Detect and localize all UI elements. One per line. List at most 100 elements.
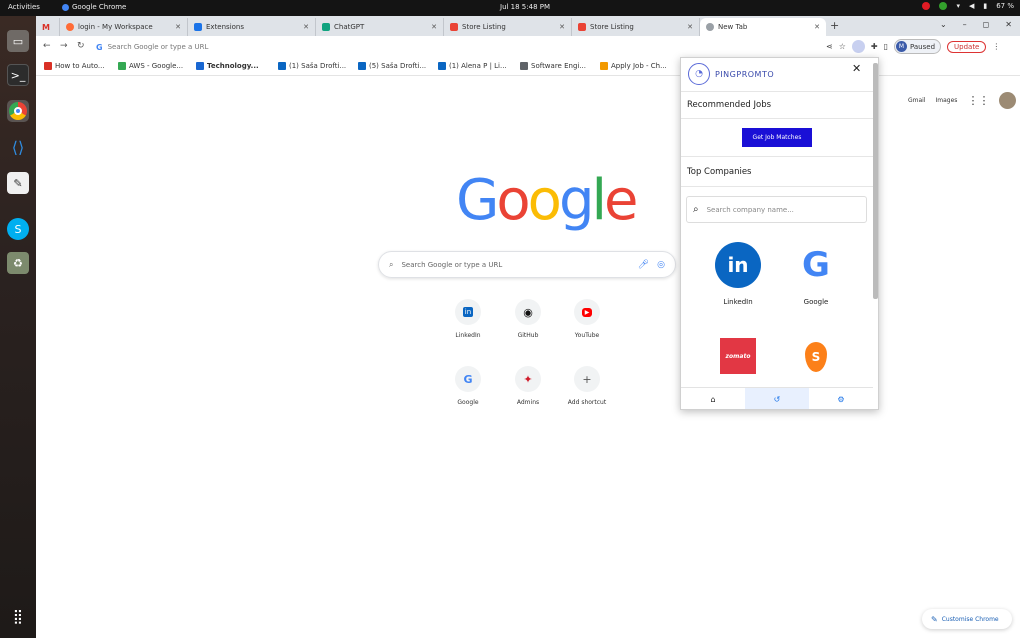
get-job-matches-button[interactable]: Get Job Matches [742,128,812,147]
logo-letter: e [604,168,638,233]
account-avatar[interactable] [999,92,1017,109]
tab-search-icon[interactable]: ⌄ [940,20,947,29]
bookmark-label: Apply Job - Ch... [611,62,667,70]
activities-button[interactable]: Activities [8,3,40,11]
chrome-dock-icon[interactable] [7,100,29,122]
home-icon[interactable]: ⌂ [681,388,745,409]
skype-icon[interactable]: S [7,218,29,240]
bookmark-label: (5) Saša Drofti... [369,62,427,70]
trash-icon[interactable]: ♻ [7,252,29,274]
forward-button[interactable]: → [60,41,68,51]
address-bar[interactable]: G Search Google or type a URL [96,38,826,56]
volume-icon: ◀ [968,2,975,10]
active-app-indicator[interactable]: Google Chrome [62,3,126,11]
popup-scrollbar[interactable] [873,63,878,299]
close-tab-icon[interactable]: ✕ [559,23,565,31]
shortcut-github[interactable]: ◉ GitHub [498,299,558,339]
customize-chrome-button[interactable]: ✎ Customise Chrome [922,609,1012,629]
apply-job-icon [600,62,608,70]
pingpromto-logo-icon: ◔ [688,63,710,85]
chrome-icon [62,3,69,11]
tab-store-listing-1[interactable]: Store Listing ✕ [444,18,572,36]
google-g-icon: G [455,366,481,392]
bookmark-item[interactable]: How to Auto... [44,62,105,70]
tab-label: Store Listing [462,23,506,31]
bookmark-item[interactable]: Software Engi... [520,62,586,70]
show-apps-icon[interactable]: ⣿ [7,606,29,628]
tab-new-tab[interactable]: New Tab ✕ [700,18,826,36]
logo-letter: o [527,168,562,233]
lens-icon[interactable]: ◎ [657,260,665,270]
battery-level: 67 % [996,2,1014,10]
shortcut-admins[interactable]: ✦ Admins [498,366,558,406]
vscode-icon[interactable]: ⟨⟩ [7,136,29,158]
company-card-google[interactable]: G Google [781,242,851,306]
shortcut-google[interactable]: G Google [438,366,498,406]
ntp-search-box[interactable]: ⌕ Search Google or type a URL 🎤︎ ◎ [378,251,676,278]
terminal-icon[interactable]: >_ [7,64,29,86]
reload-button[interactable]: ↻ [77,41,85,51]
apps-grid-icon[interactable]: ⋮⋮ [967,94,989,107]
close-icon[interactable]: ✕ [852,62,861,75]
logo-letter: g [558,168,595,233]
maximize-button[interactable]: ◻ [983,20,990,29]
company-search-input[interactable]: ⌕ Search company name... [686,196,867,223]
back-button[interactable]: ← [43,41,51,51]
google-logo: Google [456,168,639,233]
bookmark-label: (1) Alena P | Li... [449,62,507,70]
tab-store-listing-2[interactable]: Store Listing ✕ [572,18,700,36]
pingpromto-extension-icon[interactable] [851,40,865,53]
share-icon[interactable]: ⋖ [826,42,833,51]
company-card-swiggy[interactable]: S [781,342,851,382]
chrome-new-tab-icon [706,23,714,31]
gmail-link[interactable]: Gmail [908,97,926,104]
history-icon[interactable]: ↺ [745,388,809,409]
bookmark-item[interactable]: (1) Saša Drofti... [278,62,346,70]
logo-letter: G [456,168,499,233]
company-card-linkedin[interactable]: in LinkedIn [703,242,773,306]
update-button[interactable]: Update [947,40,987,53]
bookmark-item[interactable]: Apply Job - Ch... [600,62,667,70]
tab-login-workspace[interactable]: login - My Workspace ✕ [60,18,188,36]
system-tray[interactable]: ▾ ◀ ▮ 67 % [922,2,1014,10]
tab-chatgpt[interactable]: ChatGPT ✕ [316,18,444,36]
close-tab-icon[interactable]: ✕ [175,23,181,31]
side-panel-icon[interactable]: ▯ [884,42,888,51]
extensions-icon[interactable]: ✚ [871,42,878,51]
linkedin-icon [358,62,366,70]
close-tab-icon[interactable]: ✕ [303,23,309,31]
bookmark-item[interactable]: (5) Saša Drofti... [358,62,426,70]
company-name: Google [803,298,829,306]
settings-gear-icon[interactable]: ⚙ [809,388,873,409]
new-tab-button[interactable]: + [830,19,839,32]
bookmark-item[interactable]: (1) Alena P | Li... [438,62,507,70]
bookmark-item[interactable]: AWS - Google... [118,62,183,70]
linkedin-icon [278,62,286,70]
close-tab-icon[interactable]: ✕ [814,23,820,31]
profile-button[interactable]: M Paused [893,39,942,54]
tab-label: New Tab [718,23,748,31]
shortcut-linkedin[interactable]: in LinkedIn [438,299,498,339]
images-link[interactable]: Images [936,97,958,104]
company-card-zomato[interactable]: zomato [703,338,773,384]
tab-extensions[interactable]: Extensions ✕ [188,18,316,36]
more-menu-icon[interactable]: ⋮ [992,42,1000,51]
voice-search-icon[interactable]: 🎤︎ [638,260,649,270]
minimize-button[interactable]: – [963,20,967,29]
shortcut-youtube[interactable]: ▶ YouTube [557,299,617,339]
bookmark-item[interactable]: Technology... [196,62,259,70]
linkedin-icon: in [455,299,481,325]
tab-gmail[interactable]: M [36,18,60,36]
system-top-bar: Activities Google Chrome Jul 18 5:48 PM … [0,0,1020,16]
close-tab-icon[interactable]: ✕ [687,23,693,31]
tab-label: login - My Workspace [78,23,153,31]
add-shortcut-button[interactable]: + Add shortcut [557,366,617,406]
files-icon[interactable]: ▭ [7,30,29,52]
system-clock[interactable]: Jul 18 5:48 PM [500,3,550,11]
window-controls: ⌄ – ◻ ✕ [940,20,1012,29]
close-tab-icon[interactable]: ✕ [431,23,437,31]
linkedin-icon [438,62,446,70]
text-editor-icon[interactable]: ✎ [7,172,29,194]
close-window-button[interactable]: ✕ [1005,20,1012,29]
bookmark-star-icon[interactable]: ☆ [839,42,846,51]
